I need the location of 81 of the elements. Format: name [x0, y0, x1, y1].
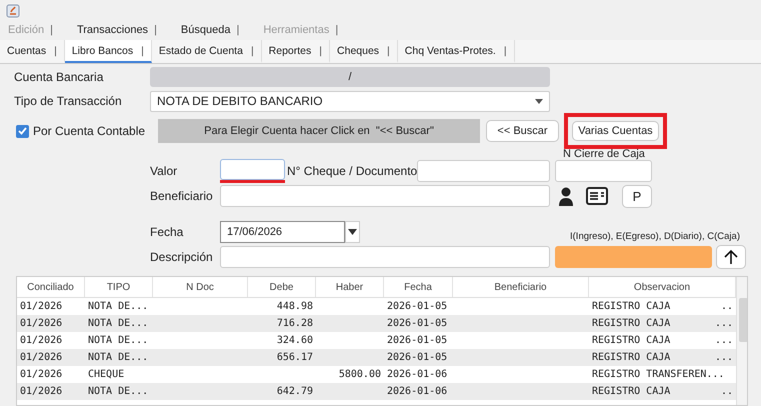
table-cell: 01/2026 [20, 352, 62, 363]
column-header[interactable]: N Doc [153, 277, 248, 297]
field-label: Cuenta Bancaria [14, 70, 104, 84]
table-cell: REGISTRO CAJA [592, 301, 670, 312]
column-header[interactable]: Fecha [384, 277, 453, 297]
field-label: Tipo de Transacción [14, 94, 123, 108]
table-cell: 01/2026 [20, 386, 62, 397]
up-button[interactable] [716, 245, 746, 269]
search-button[interactable]: << Buscar [486, 120, 559, 142]
transaction-type-dropdown[interactable]: NOTA DE DEBITO BANCARIO [150, 90, 550, 112]
truncation-mark: ... [714, 318, 733, 329]
truncation-mark: .. [720, 301, 733, 312]
field-label: N Cierre de Caja [563, 147, 646, 160]
table-cell: 324.60 [276, 335, 313, 346]
table-cell: 2026-01-05 [387, 352, 448, 363]
checkbox-label: Por Cuenta Contable [33, 124, 146, 138]
table-cell: 656.17 [276, 352, 313, 363]
menu-separator: | [154, 24, 157, 36]
table-cell: 01/2026 [20, 318, 62, 329]
cash-close-field[interactable] [555, 160, 652, 182]
table-cell: 716.28 [276, 318, 313, 329]
table-cell: REGISTRO TRANSFEREN... [592, 369, 724, 380]
table-cell: REGISTRO CAJA [592, 318, 670, 329]
scrollbar-thumb[interactable] [739, 298, 747, 342]
column-header[interactable]: TIPO [85, 277, 153, 297]
truncation-mark: ... [714, 335, 733, 346]
table-cell: 01/2026 [20, 369, 62, 380]
table-cell: 642.79 [276, 386, 313, 397]
table-cell: 2026-01-05 [387, 301, 448, 312]
table-cell: 01/2026 [20, 335, 62, 346]
checkbox[interactable] [16, 124, 29, 138]
table-cell: CHEQUE [88, 369, 124, 380]
truncation-mark: ... [714, 352, 733, 363]
table-cell: 2026-01-06 [387, 369, 448, 380]
caret-icon [348, 229, 357, 235]
menu-separator: | [236, 24, 240, 36]
value-field[interactable] [220, 159, 285, 183]
tab[interactable]: Reportes | [262, 40, 330, 63]
field-label: Beneficiario [150, 189, 214, 203]
truncation-mark: .. [720, 386, 733, 397]
table-cell: NOTA DE... [88, 386, 148, 397]
table-cell: 2026-01-05 [387, 335, 448, 346]
field-label: N° Cheque / Documento [287, 164, 417, 178]
column-header[interactable]: Beneficiario [453, 277, 589, 297]
type-field[interactable] [555, 246, 712, 268]
column-header[interactable]: Conciliado [17, 277, 85, 297]
table-cell: 448.98 [276, 301, 313, 312]
app-icon [6, 4, 20, 18]
multiple-accounts-button[interactable]: Varias Cuentas [572, 121, 659, 141]
table-cell: REGISTRO CAJA [592, 386, 670, 397]
tab[interactable]: Libro Bancos | [64, 40, 152, 63]
column-header[interactable]: Debe [248, 277, 316, 297]
up-arrow-icon [724, 249, 738, 265]
table-cell: 5800.00 [338, 369, 381, 380]
field-label: Valor [150, 164, 178, 178]
beneficiary-field[interactable] [220, 185, 550, 207]
menu-separator: | [50, 24, 53, 36]
menu-item[interactable]: Transacciones [76, 24, 154, 36]
menu-item[interactable]: Búsqueda [180, 24, 236, 36]
description-field[interactable] [220, 246, 550, 268]
p-button[interactable]: P [622, 184, 652, 208]
table-cell: NOTA DE... [88, 335, 148, 346]
table-cell: 01/2026 [20, 301, 62, 312]
table-cell: NOTA DE... [88, 301, 148, 312]
hint-bar: Para Elegir Cuenta hacer Click en "<< Buscar" [158, 119, 480, 143]
field-label: Descripción [150, 250, 214, 264]
caret-icon [535, 98, 543, 104]
date-field[interactable]: 17/06/2026 [220, 221, 345, 243]
table-cell: 2026-01-05 [387, 318, 448, 329]
document-field[interactable] [417, 160, 550, 182]
type-legend: I(Ingreso), E(Egreso), D(Diario), C(Caja) [570, 230, 740, 242]
menu-separator: | [335, 24, 338, 36]
table-cell: NOTA DE... [88, 352, 148, 363]
table-cell: REGISTRO CAJA [592, 335, 670, 346]
column-header[interactable]: Haber [316, 277, 384, 297]
table-cell: REGISTRO CAJA [592, 352, 670, 363]
date-dropdown-button[interactable] [345, 221, 360, 243]
account-field: / [150, 67, 550, 87]
field-label: Fecha [150, 225, 184, 239]
table-cell: 2026-01-06 [387, 386, 448, 397]
table-cell: NOTA DE... [88, 318, 148, 329]
